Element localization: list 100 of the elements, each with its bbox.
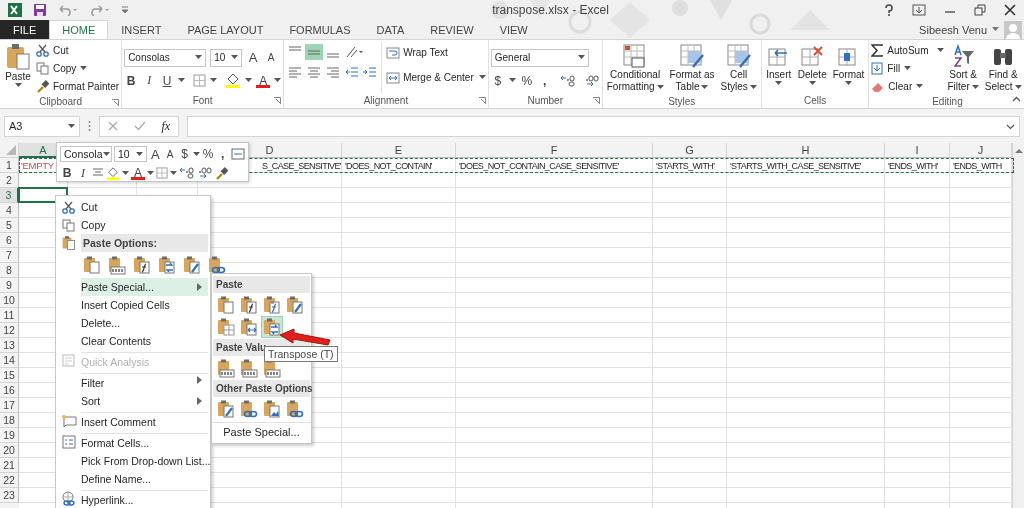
menu-item[interactable]: Hyperlink... — [81, 490, 208, 508]
row-header[interactable]: 5 — [0, 218, 19, 233]
ribbon-tab[interactable]: DATA — [363, 20, 418, 39]
row-header[interactable]: 21 — [0, 458, 19, 473]
paste-option-button[interactable] — [261, 294, 283, 316]
align-button[interactable] — [305, 44, 324, 60]
decrease-decimal-icon[interactable] — [197, 167, 213, 179]
grip-icon[interactable] — [88, 120, 91, 132]
caret-icon[interactable] — [122, 170, 129, 176]
menu-item[interactable]: Define Name... — [81, 470, 208, 488]
column-header[interactable]: J — [950, 143, 1012, 158]
paste-option-button[interactable] — [81, 254, 103, 276]
row-header[interactable]: 17 — [0, 398, 19, 413]
font-color-button[interactable]: A — [256, 73, 271, 88]
paste-option-button[interactable] — [261, 316, 283, 338]
row-header[interactable]: 1 — [0, 158, 19, 173]
currency-button[interactable]: $ — [490, 72, 505, 89]
save-icon[interactable] — [33, 3, 47, 17]
insert-function-button[interactable]: fx — [161, 118, 171, 134]
comma-button[interactable]: , — [537, 72, 552, 89]
paste-option-button[interactable] — [156, 254, 178, 276]
row-header[interactable]: 22 — [0, 473, 19, 488]
menu-item[interactable]: Insert Copied Cells — [81, 296, 208, 314]
fill-color-icon[interactable] — [106, 166, 120, 180]
font-size-field[interactable]: 10 — [210, 48, 243, 67]
increase-decimal-icon[interactable] — [179, 167, 195, 179]
autosum-button[interactable]: AutoSum — [871, 42, 944, 59]
expand-icon[interactable] — [1006, 123, 1015, 130]
font-name-field[interactable]: Consola — [60, 146, 112, 162]
align-icon[interactable] — [288, 66, 303, 78]
copy-button[interactable]: Copy — [36, 60, 120, 77]
increase-decimal-icon[interactable] — [559, 74, 576, 87]
row-header[interactable]: 6 — [0, 233, 19, 248]
file-tab[interactable]: FILE — [0, 20, 50, 39]
paste-option-button[interactable] — [106, 254, 128, 276]
row-header[interactable]: 16 — [0, 383, 19, 398]
underline-button[interactable]: U — [160, 72, 175, 89]
close-icon[interactable] — [1004, 4, 1016, 16]
row-header[interactable]: 10 — [0, 293, 19, 308]
font-color-button[interactable]: A — [131, 166, 145, 180]
menu-item[interactable]: Delete... — [81, 314, 208, 332]
caret-icon[interactable] — [274, 78, 282, 83]
collapse-ribbon-icon[interactable] — [1011, 96, 1021, 102]
clear-button[interactable]: Clear — [871, 78, 944, 95]
menu-item[interactable]: Cut — [81, 198, 208, 216]
row-header[interactable]: 11 — [0, 308, 19, 323]
paintbrush-icon[interactable] — [215, 166, 228, 180]
fill-button[interactable]: Fill — [871, 60, 944, 77]
italic-button[interactable]: I — [142, 72, 157, 89]
row-header[interactable]: 12 — [0, 323, 19, 338]
grow-font-button[interactable]: A — [149, 146, 162, 162]
number-format-field[interactable]: General — [490, 48, 589, 67]
row-header[interactable]: 20 — [0, 443, 19, 458]
row-header[interactable]: 9 — [0, 278, 19, 293]
cancel-icon[interactable] — [107, 121, 118, 131]
cut-button[interactable]: Cut — [36, 42, 120, 59]
row-header[interactable]: 7 — [0, 248, 19, 263]
row-header[interactable]: 19 — [0, 428, 19, 443]
row-header[interactable]: 8 — [0, 263, 19, 278]
align-icon[interactable] — [307, 66, 322, 78]
align-icon[interactable] — [326, 66, 341, 78]
font-name-field[interactable]: Consolas — [124, 48, 207, 67]
scroll-up-icon[interactable] — [1014, 148, 1023, 154]
row-header[interactable]: 18 — [0, 413, 19, 428]
caret-icon[interactable] — [992, 27, 999, 32]
redo-icon[interactable] — [89, 4, 111, 16]
shrink-font-button[interactable]: A — [163, 146, 177, 162]
paste-option-button[interactable] — [261, 398, 283, 420]
ribbon-tab[interactable]: INSERT — [108, 20, 175, 39]
caret-icon[interactable] — [210, 78, 218, 83]
dialog-launcher-icon[interactable] — [112, 99, 120, 106]
column-header[interactable]: H — [727, 143, 885, 158]
column-header[interactable]: E — [342, 143, 456, 158]
font-size-field[interactable]: 10 — [114, 146, 148, 162]
paste-button[interactable]: Paste — [2, 42, 34, 95]
grow-font-button[interactable]: A — [246, 49, 261, 66]
row-header[interactable]: 15 — [0, 368, 19, 383]
ribbon-tab[interactable]: HOME — [49, 20, 109, 39]
insert-button[interactable]: Insert — [763, 42, 794, 93]
caret-icon[interactable] — [508, 78, 516, 83]
paste-option-button[interactable] — [215, 294, 237, 316]
undo-icon[interactable] — [57, 4, 79, 16]
dialog-launcher-icon[interactable] — [274, 97, 282, 104]
row-header[interactable]: 14 — [0, 353, 19, 368]
menu-item[interactable]: Format Cells... — [81, 433, 208, 452]
column-header[interactable]: I — [885, 143, 950, 158]
caret-icon[interactable] — [245, 78, 253, 83]
merge-center-button[interactable]: Merge & Center — [386, 69, 486, 86]
paste-option-button[interactable] — [215, 357, 237, 379]
ribbon-tab[interactable]: FORMULAS — [276, 20, 364, 39]
excel-logo-icon[interactable] — [7, 2, 23, 18]
menu-item[interactable]: Paste Special... — [223, 426, 300, 438]
dialog-launcher-icon[interactable] — [478, 97, 486, 104]
indent-icon[interactable] — [345, 66, 378, 78]
menu-item[interactable]: Pick From Drop-down List... — [81, 452, 211, 470]
paste-option-button[interactable] — [238, 316, 260, 338]
ribbon-tab[interactable]: REVIEW — [417, 20, 487, 39]
ribbon-tab[interactable]: VIEW — [486, 20, 541, 39]
bold-button[interactable]: B — [124, 72, 139, 89]
checkmark-icon[interactable] — [133, 121, 146, 131]
